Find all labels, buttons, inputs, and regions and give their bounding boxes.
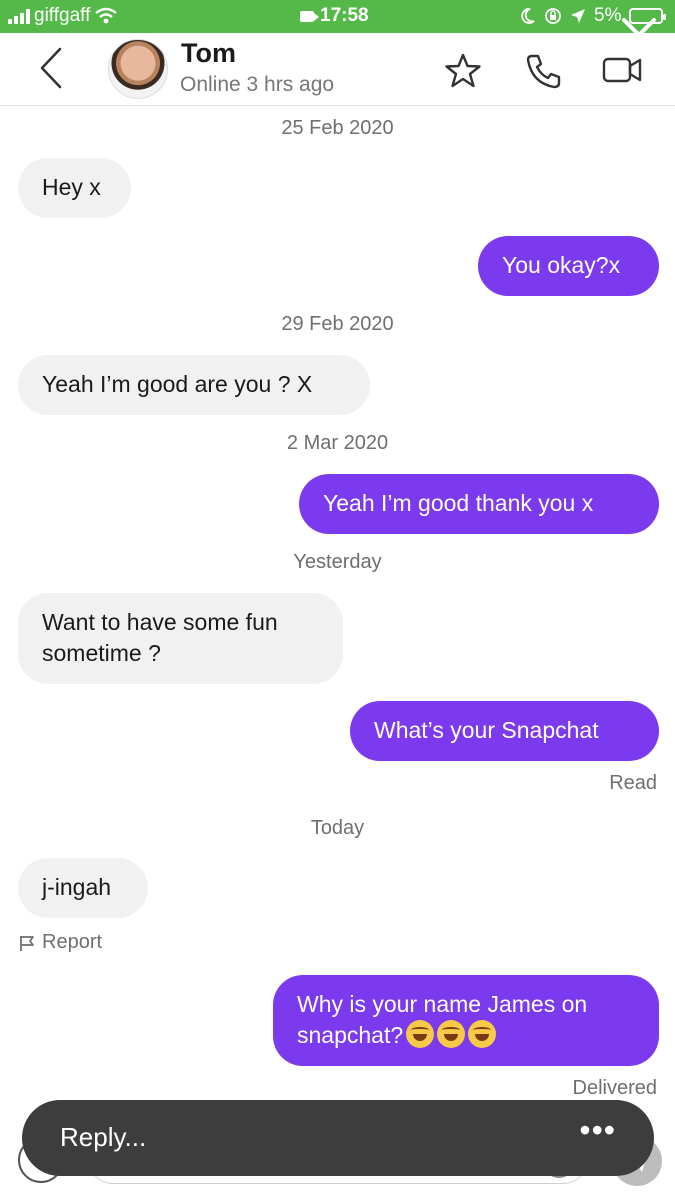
message-text: Yeah I’m good are you ? X xyxy=(42,371,313,397)
date-separator: 25 Feb 2020 xyxy=(281,117,394,139)
reply-overlay[interactable]: Reply... ••• xyxy=(22,1100,654,1176)
message-text-line: Want to have some fun xyxy=(42,609,278,635)
message-text-line: Why is your name James on xyxy=(297,991,588,1017)
outgoing-message-bubble[interactable]: Yeah I’m good thank you x xyxy=(299,474,659,534)
close-icon[interactable] xyxy=(618,14,660,56)
moon-icon xyxy=(521,8,535,24)
message-text: Hey x xyxy=(42,174,101,200)
date-separator: 29 Feb 2020 xyxy=(281,313,394,335)
read-receipt: Read xyxy=(609,772,657,794)
status-bar: giffgaff 17:58 5% xyxy=(0,0,675,33)
outgoing-message-bubble[interactable]: What’s your Snapchat xyxy=(350,701,659,761)
message-text-line: sometime ? xyxy=(42,640,161,666)
phone-icon[interactable] xyxy=(524,53,562,89)
clock-time: 17:58 xyxy=(320,5,369,26)
date-separator: Today xyxy=(310,817,365,839)
message-text: What’s your Snapchat xyxy=(374,717,599,743)
delivered-receipt: Delivered xyxy=(572,1077,657,1099)
laughing-emoji-icon xyxy=(468,1020,497,1048)
flag-icon xyxy=(20,935,34,951)
wifi-icon xyxy=(95,7,118,24)
star-icon[interactable] xyxy=(444,53,482,89)
contact-name[interactable]: Tom xyxy=(181,38,236,69)
laughing-emoji-icon xyxy=(437,1020,466,1048)
report-link[interactable]: Report xyxy=(18,931,102,954)
date-separator: 2 Mar 2020 xyxy=(286,432,389,454)
more-options-icon[interactable]: ••• xyxy=(579,1112,616,1149)
message-text: j-ingah xyxy=(42,874,112,900)
message-text: You okay?x xyxy=(502,252,621,278)
avatar[interactable] xyxy=(108,39,168,99)
back-chevron-icon[interactable] xyxy=(34,45,74,91)
message-text: Yeah I’m good thank you x xyxy=(323,490,594,516)
screen-record-icon xyxy=(300,10,319,22)
rotation-lock-icon xyxy=(545,8,561,24)
message-text: snapchat? xyxy=(297,1022,404,1048)
outgoing-message-bubble[interactable]: Why is your name James on snapchat? xyxy=(273,975,659,1066)
location-arrow-icon xyxy=(571,9,585,23)
carrier-group: giffgaff xyxy=(8,5,118,27)
reply-label[interactable]: Reply... xyxy=(60,1122,146,1153)
outgoing-message-bubble[interactable]: You okay?x xyxy=(478,236,659,296)
incoming-message-bubble[interactable]: Want to have some fun sometime ? xyxy=(18,593,343,684)
incoming-message-bubble[interactable]: Hey x xyxy=(18,158,131,218)
date-separator: Yesterday xyxy=(293,551,382,573)
contact-status: Online 3 hrs ago xyxy=(180,73,335,96)
carrier-name: giffgaff xyxy=(34,5,91,26)
report-label: Report xyxy=(42,931,103,953)
message-text-line: snapchat? xyxy=(297,1020,635,1051)
chat-header: Tom Online 3 hrs ago xyxy=(0,33,675,106)
signal-icon xyxy=(8,8,30,24)
clock-group: 17:58 xyxy=(300,5,369,27)
laughing-emoji-icon xyxy=(406,1020,435,1048)
incoming-message-bubble[interactable]: j-ingah xyxy=(18,858,148,918)
video-call-icon[interactable] xyxy=(602,53,644,87)
incoming-message-bubble[interactable]: Yeah I’m good are you ? X xyxy=(18,355,370,415)
